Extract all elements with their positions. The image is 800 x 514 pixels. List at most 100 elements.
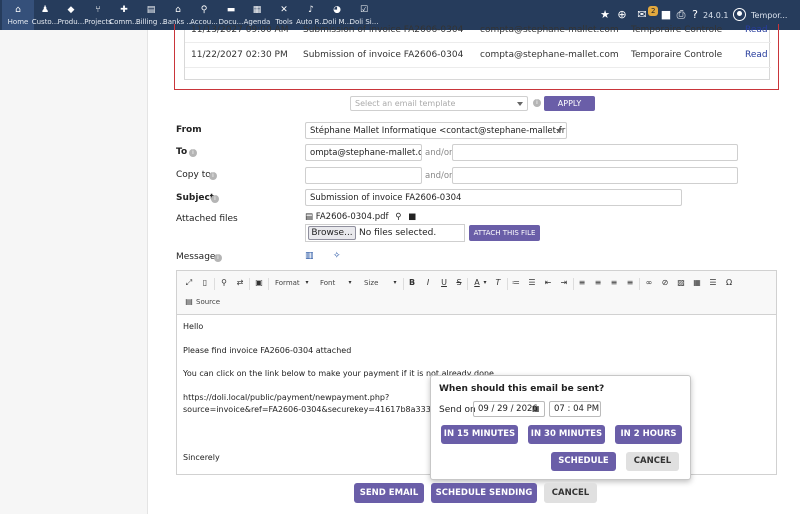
align-center-icon[interactable]: ≡ xyxy=(593,278,603,288)
home-icon: ⌂ xyxy=(15,5,21,15)
to-contacts-select[interactable] xyxy=(452,144,738,161)
table-row: 11/22/2027 02:30 PM Submission of invoic… xyxy=(185,43,771,68)
copy-to-label: Copy to xyxy=(176,170,211,180)
apply-template-button[interactable]: APPLY xyxy=(544,96,595,111)
billing-icon: ▤ xyxy=(146,5,156,15)
table-row: 11/13/2027 09:00 AM Submission of invoic… xyxy=(185,18,771,43)
align-right-icon[interactable]: ≡ xyxy=(609,278,619,288)
preview-icon[interactable]: ⚲ xyxy=(395,212,401,222)
font-dropdown[interactable]: Font xyxy=(320,279,335,287)
info-icon: i xyxy=(533,99,541,107)
format-dropdown[interactable]: Format xyxy=(275,279,300,287)
in-30-minutes-button[interactable]: IN 30 MINUTES xyxy=(528,425,605,444)
from-select[interactable]: Stéphane Mallet Informatique <contact@st… xyxy=(305,122,567,139)
email-count-badge: 2 xyxy=(648,6,659,16)
magic-wand-icon[interactable]: ✧ xyxy=(333,251,341,261)
event-user: Temporaire Controle xyxy=(631,50,723,60)
replace-icon[interactable]: ⇄ xyxy=(235,278,245,288)
event-email: compta@stephane-mallet.com xyxy=(480,25,619,35)
subject-label: Subject xyxy=(176,193,215,203)
cancel-schedule-button[interactable]: CANCEL xyxy=(626,452,679,471)
event-date: 11/13/2027 09:00 AM xyxy=(191,25,289,35)
numbered-list-icon[interactable]: ≔ xyxy=(511,278,521,288)
size-dropdown[interactable]: Size xyxy=(364,279,378,287)
trash-icon[interactable]: ■ xyxy=(408,212,416,222)
chevron-down-icon: ▾ xyxy=(483,279,487,286)
paste-icon[interactable]: ▣ xyxy=(254,278,264,288)
read-link[interactable]: Read xyxy=(745,50,768,60)
documents-icon: ▬ xyxy=(226,5,236,15)
info-icon: i xyxy=(214,254,222,262)
maximize-icon[interactable]: ⤢ xyxy=(184,278,194,288)
message-line: source=invoice&ref=FA2606-0304&securekey… xyxy=(183,405,451,414)
special-char-icon[interactable]: Ω xyxy=(724,278,734,288)
chevron-down-icon xyxy=(556,129,562,133)
read-link[interactable]: Read xyxy=(745,25,768,35)
events-table: 11/13/2027 09:00 AM Submission of invoic… xyxy=(184,25,771,80)
in-15-minutes-button[interactable]: IN 15 MINUTES xyxy=(441,425,518,444)
file-input[interactable]: Browse... No files selected. xyxy=(305,224,465,242)
products-icon: ◆ xyxy=(67,5,75,15)
email-template-select[interactable]: Select an email template xyxy=(350,96,528,111)
layout-icon[interactable]: ▥ xyxy=(305,251,314,261)
bell-icon: ♪ xyxy=(308,5,314,15)
browse-button[interactable]: Browse... xyxy=(308,226,356,240)
andor-label: and/or xyxy=(425,171,453,181)
event-email: compta@stephane-mallet.com xyxy=(480,50,619,60)
schedule-button[interactable]: SCHEDULE xyxy=(551,452,616,471)
event-subject: Submission of invoice FA2606-0304 xyxy=(303,25,464,35)
attached-file-name[interactable]: FA2606-0304.pdf xyxy=(316,212,389,222)
doli-si-icon: ☑ xyxy=(359,5,369,15)
cancel-button[interactable]: CANCEL xyxy=(544,483,597,503)
schedule-sending-button[interactable]: SCHEDULE SENDING xyxy=(431,483,537,503)
send-email-button[interactable]: SEND EMAIL xyxy=(354,483,424,503)
schedule-title: When should this email be sent? xyxy=(439,384,605,394)
strikethrough-icon[interactable]: S xyxy=(454,278,464,288)
source-button[interactable]: Source xyxy=(196,298,220,306)
in-2-hours-button[interactable]: IN 2 HOURS xyxy=(615,425,682,444)
horizontal-rule-icon[interactable]: ☰ xyxy=(708,278,718,288)
message-line: https://doli.local/public/payment/newpay… xyxy=(183,393,390,402)
event-date: 11/22/2027 02:30 PM xyxy=(191,50,288,60)
bulleted-list-icon[interactable]: ☰ xyxy=(527,278,537,288)
chevron-down-icon: ▾ xyxy=(305,279,309,286)
underline-icon[interactable]: U xyxy=(439,278,449,288)
bold-icon[interactable]: B xyxy=(407,278,417,288)
tools-icon: ✕ xyxy=(280,5,288,15)
info-icon: i xyxy=(189,149,197,157)
align-justify-icon[interactable]: ≡ xyxy=(625,278,635,288)
chevron-down-icon: ▾ xyxy=(393,279,397,286)
image-icon[interactable]: ▨ xyxy=(676,278,686,288)
unlink-icon[interactable]: ⊘ xyxy=(660,278,670,288)
send-date-value: 09 / 29 / 2026 xyxy=(478,404,538,414)
message-label: Message xyxy=(176,252,216,262)
copy-to-contacts-select[interactable] xyxy=(452,167,738,184)
message-line: Hello xyxy=(183,322,204,331)
events-panel: 11/13/2027 09:00 AM Submission of invoic… xyxy=(174,24,779,90)
preview-icon[interactable]: ▯ xyxy=(200,278,210,288)
clear-format-icon[interactable]: T xyxy=(493,278,503,288)
source-icon: ▤ xyxy=(185,297,193,306)
table-icon[interactable]: ▦ xyxy=(692,278,702,288)
pdf-icon: ▤ xyxy=(305,212,314,222)
align-left-icon[interactable]: ≡ xyxy=(577,278,587,288)
to-input[interactable]: ompta@stephane-mallet.com xyxy=(305,144,422,161)
andor-label: and/or xyxy=(425,148,453,158)
find-icon[interactable]: ⚲ xyxy=(219,278,229,288)
link-icon[interactable]: ∞ xyxy=(644,278,654,288)
to-label: To xyxy=(176,147,188,157)
attached-files-label: Attached files xyxy=(176,214,238,224)
send-time-input[interactable]: 07 : 04 PM xyxy=(549,401,601,417)
subject-input[interactable]: Submission of invoice FA2606-0304 xyxy=(305,189,682,206)
bank-icon: ⌂ xyxy=(175,5,181,15)
chevron-down-icon xyxy=(517,102,523,106)
indent-icon[interactable]: ⇥ xyxy=(559,278,569,288)
copy-to-input[interactable] xyxy=(305,167,422,184)
attach-file-button[interactable]: ATTACH THIS FILE xyxy=(469,225,540,241)
outdent-icon[interactable]: ⇤ xyxy=(543,278,553,288)
italic-icon[interactable]: I xyxy=(423,278,433,288)
file-status: No files selected. xyxy=(359,228,437,238)
left-sidebar xyxy=(0,30,148,514)
projects-icon: ⑂ xyxy=(95,5,101,15)
calendar-icon[interactable]: ▦ xyxy=(532,404,540,413)
